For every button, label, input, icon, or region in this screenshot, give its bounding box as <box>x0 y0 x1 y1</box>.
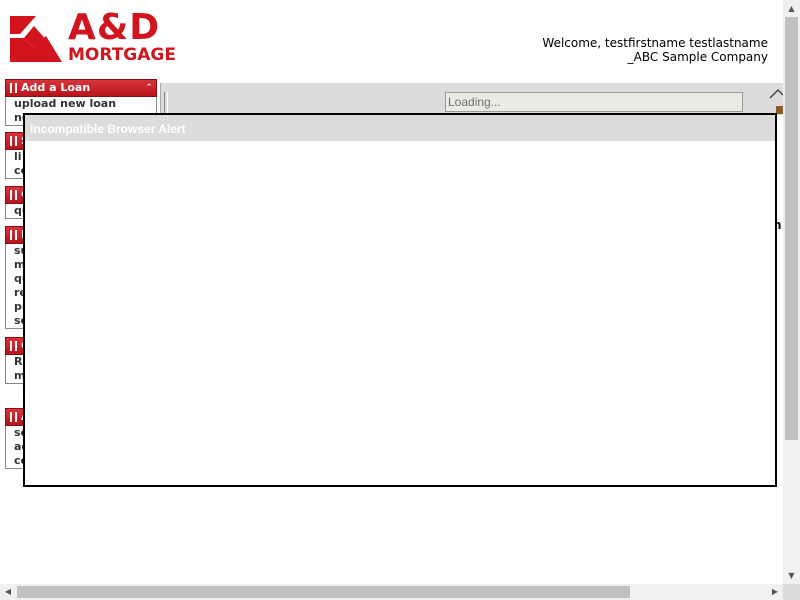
logo-text-mortgage: MORTGAGE <box>68 45 176 65</box>
company-logo: A&D MORTGAGE <box>10 7 185 66</box>
scroll-right-icon[interactable]: ▶ <box>767 584 783 600</box>
grip-icon <box>10 136 17 146</box>
grip-icon <box>10 341 17 351</box>
scroll-left-icon[interactable]: ◀ <box>0 584 16 600</box>
grip-icon <box>10 230 17 240</box>
grip-icon <box>10 412 17 422</box>
sidebar-item-upload-new-loan[interactable]: upload new loan <box>6 97 156 111</box>
loading-field[interactable] <box>445 92 743 112</box>
grip-icon <box>10 190 17 200</box>
horizontal-scrollbar[interactable]: ◀ ▶ <box>0 584 783 600</box>
collapse-icon[interactable]: ⌃ <box>142 80 156 96</box>
logo-text-ad: A&D <box>68 7 161 48</box>
welcome-user: Welcome, testfirstname testlastname <box>542 36 768 50</box>
welcome-block: Welcome, testfirstname testlastname _ABC… <box>542 36 768 64</box>
incompatible-browser-dialog: Incompatible Browser Alert <box>23 113 777 487</box>
welcome-company: _ABC Sample Company <box>627 50 768 64</box>
scroll-thumb[interactable] <box>17 586 630 598</box>
scrollbar-corner <box>783 584 800 600</box>
scroll-up-icon[interactable]: ▲ <box>783 0 800 17</box>
vertical-scrollbar[interactable]: ▲ ▼ <box>783 0 800 584</box>
logo-mark-icon <box>10 16 62 62</box>
sidebar-group-header[interactable]: Add a Loan ⌃ <box>5 79 157 97</box>
dialog-title[interactable]: Incompatible Browser Alert <box>25 115 775 141</box>
sidebar-group-title: Add a Loan <box>21 81 91 94</box>
grip-icon <box>10 83 17 93</box>
toolbar-divider <box>164 92 168 114</box>
scroll-down-icon[interactable]: ▼ <box>783 567 800 584</box>
home-icon[interactable] <box>769 88 784 114</box>
scroll-thumb[interactable] <box>785 17 798 440</box>
